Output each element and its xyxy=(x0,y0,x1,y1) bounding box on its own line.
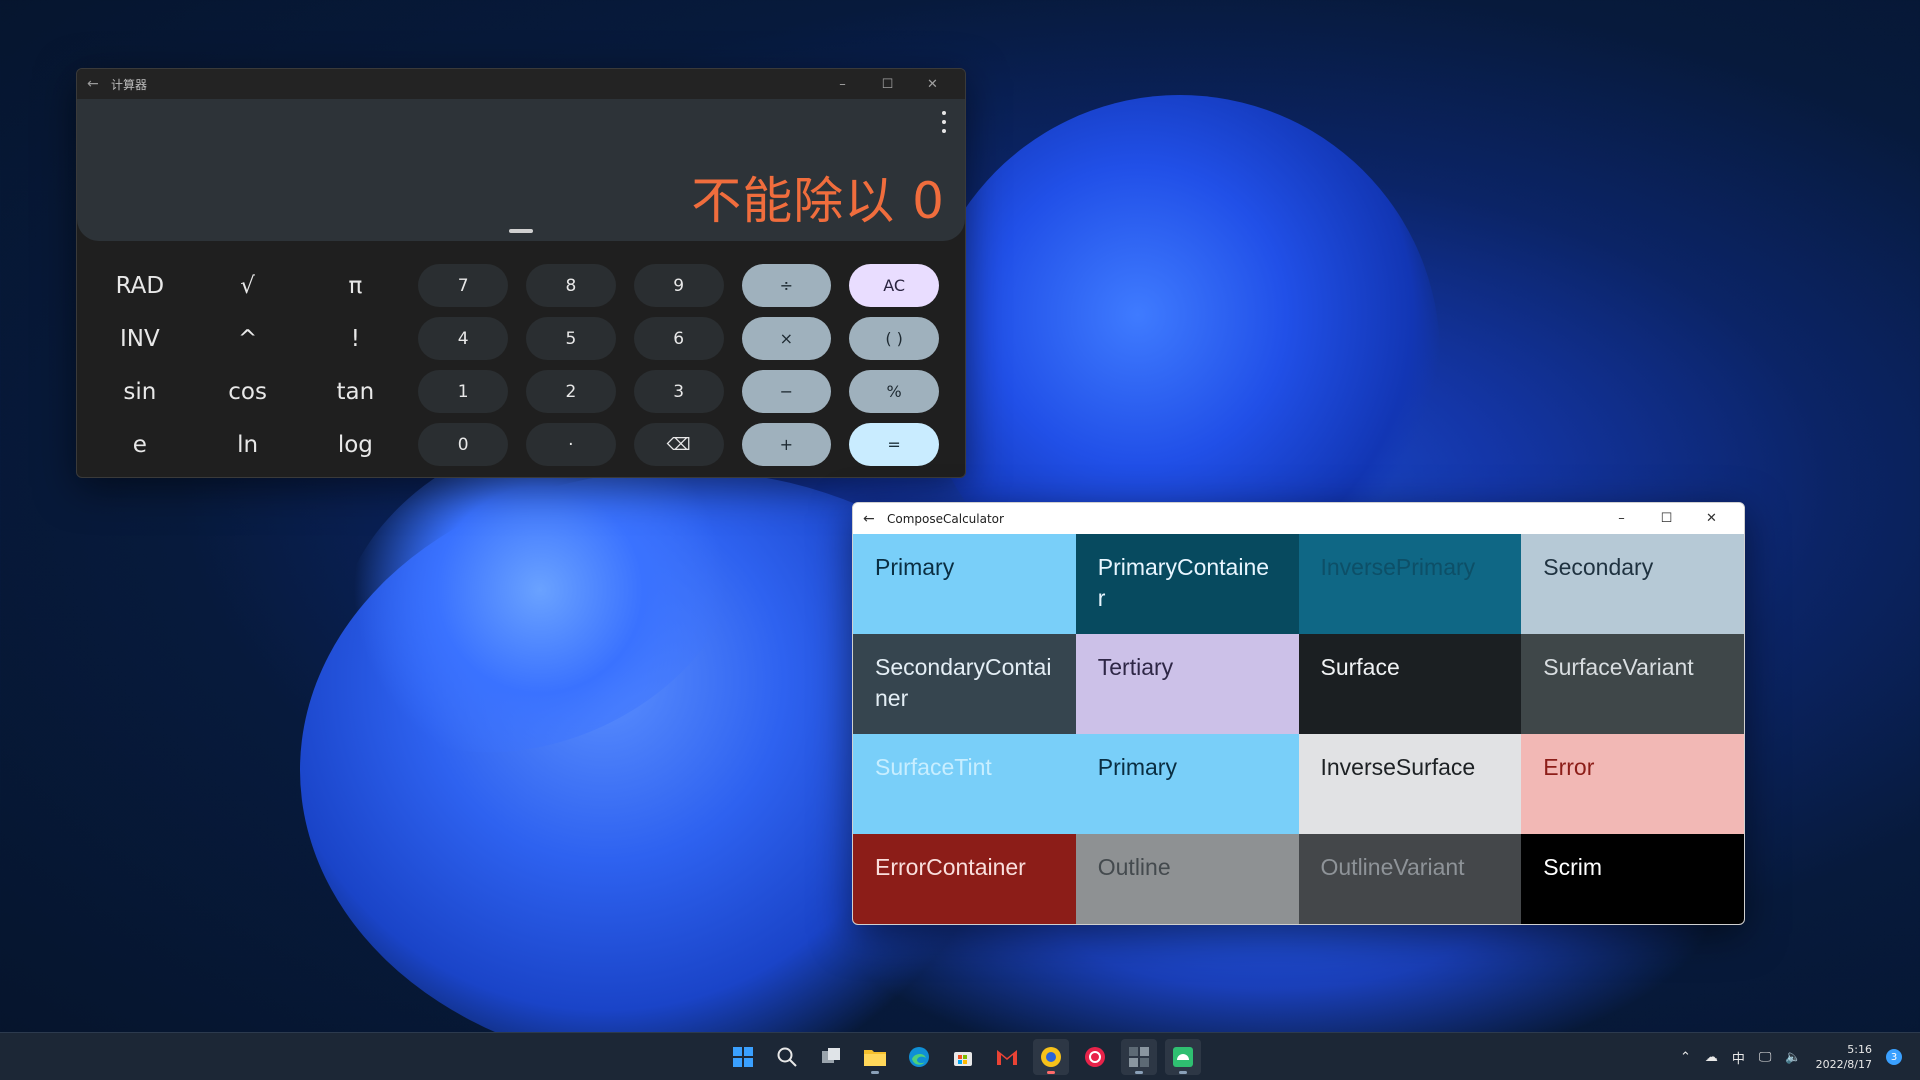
color-swatch: SurfaceTint xyxy=(853,734,1076,834)
key-num[interactable]: 6 xyxy=(633,317,724,360)
color-swatch: Outline xyxy=(1075,834,1299,924)
red-app-icon[interactable] xyxy=(1077,1039,1113,1075)
key-num[interactable]: 1 xyxy=(418,370,508,413)
key-sci[interactable]: INV xyxy=(95,312,185,365)
color-swatch: Surface xyxy=(1298,634,1522,734)
clock-date: 2022/8/17 xyxy=(1815,1058,1872,1071)
volume-icon[interactable]: 🔈 xyxy=(1785,1050,1801,1065)
key-num[interactable]: 0 xyxy=(418,423,508,466)
network-icon[interactable]: 🖵 xyxy=(1759,1050,1772,1065)
key-op2[interactable]: ( ) xyxy=(849,317,939,360)
key-num[interactable]: · xyxy=(526,423,616,466)
key-num[interactable]: 5 xyxy=(526,317,616,360)
file-explorer-icon[interactable] xyxy=(857,1039,893,1075)
yellow-app-icon[interactable] xyxy=(1033,1039,1069,1075)
key-num[interactable]: 3 xyxy=(633,370,724,413)
system-tray: ⌃ ☁ 中 🖵 🔈 5:16 2022/8/17 3 xyxy=(1680,1033,1902,1080)
window-title: 计算器 xyxy=(111,77,148,92)
key-sci[interactable]: π xyxy=(311,259,401,312)
result-text: 不能除以 0 xyxy=(691,172,945,230)
gmail-icon[interactable] xyxy=(989,1039,1025,1075)
more-options-icon[interactable] xyxy=(941,111,947,133)
key-sci[interactable]: √ xyxy=(203,259,293,312)
ime-indicator[interactable]: 中 xyxy=(1732,1048,1745,1067)
back-arrow-icon[interactable]: ← xyxy=(87,76,111,92)
color-swatch-grid: Primary PrimaryContainer InversePrimary Sec… xyxy=(853,534,1744,924)
key-sci[interactable]: e xyxy=(95,418,185,471)
task-view-icon[interactable] xyxy=(813,1039,849,1075)
edge-icon[interactable] xyxy=(901,1039,937,1075)
clock-time: 5:16 xyxy=(1847,1043,1872,1056)
key-sci[interactable]: cos xyxy=(203,365,293,418)
search-icon[interactable] xyxy=(769,1039,805,1075)
color-swatch: Error xyxy=(1521,734,1744,834)
key-num[interactable]: 4 xyxy=(418,317,508,360)
key-sci[interactable]: log xyxy=(311,418,401,471)
key-num[interactable]: 7 xyxy=(418,264,508,307)
cloud-icon[interactable]: ☁ xyxy=(1705,1050,1718,1065)
key-op[interactable]: × xyxy=(741,317,832,360)
color-swatch: ErrorContainer xyxy=(853,834,1076,924)
key-num[interactable]: 8 xyxy=(526,264,616,307)
color-swatch: Primary xyxy=(853,534,1076,634)
minimize-button[interactable]: – xyxy=(820,77,865,92)
android-app-icon[interactable] xyxy=(1165,1039,1201,1075)
color-swatch: InversePrimary xyxy=(1298,534,1522,634)
close-button[interactable]: ✕ xyxy=(1689,511,1734,526)
keypad: RAD √ π 7 8 9 ÷ AC INV ^! 4 5 6 × ( ) sin cos tan 1 2 3−% e ln… xyxy=(77,249,965,477)
color-swatch: PrimaryContainer xyxy=(1075,534,1299,634)
key-op[interactable]: − xyxy=(741,370,832,413)
calculator-titlebar: ← 计算器 – ☐ ✕ xyxy=(77,69,965,99)
key-sci[interactable]: ln xyxy=(203,418,293,471)
maximize-button[interactable]: ☐ xyxy=(1644,511,1689,526)
close-button[interactable]: ✕ xyxy=(910,77,955,92)
key-sci[interactable]: sin xyxy=(95,365,185,418)
calculator-window: ← 计算器 – ☐ ✕ 不能除以 0 RAD √ π 7 8 9 ÷ AC INV ^! 4 5 6 × (… xyxy=(76,68,966,478)
key-sci[interactable]: ^ xyxy=(203,312,293,365)
key-sci[interactable]: ! xyxy=(311,312,401,365)
key-num[interactable]: ⌫ xyxy=(633,423,724,466)
color-swatch: SecondaryContainer xyxy=(853,634,1076,734)
clock[interactable]: 5:16 2022/8/17 xyxy=(1816,1042,1872,1072)
key-op[interactable]: ÷ xyxy=(741,264,832,307)
color-swatch: Primary xyxy=(1075,734,1299,834)
color-swatch: Scrim xyxy=(1521,834,1744,924)
compose-titlebar: ← ComposeCalculator – ☐ ✕ xyxy=(853,503,1744,534)
key-op[interactable]: + xyxy=(741,423,832,466)
key-op2[interactable]: % xyxy=(849,370,939,413)
key-sci[interactable]: tan xyxy=(311,365,401,418)
taskbar-apps xyxy=(725,1039,1201,1075)
minimize-button[interactable]: – xyxy=(1599,511,1644,526)
drag-handle[interactable] xyxy=(509,229,533,233)
taskbar: ⌃ ☁ 中 🖵 🔈 5:16 2022/8/17 3 xyxy=(0,1032,1920,1080)
key-eq[interactable]: = xyxy=(849,423,939,466)
color-swatch: Tertiary xyxy=(1075,634,1299,734)
key-sci[interactable]: RAD xyxy=(95,259,185,312)
key-num[interactable]: 9 xyxy=(633,264,724,307)
maximize-button[interactable]: ☐ xyxy=(865,77,910,92)
back-arrow-icon[interactable]: ← xyxy=(863,511,887,527)
color-swatch: SurfaceVariant xyxy=(1521,634,1744,734)
calculator-display: 不能除以 0 xyxy=(77,99,965,241)
key-ac[interactable]: AC xyxy=(849,264,939,307)
store-icon[interactable] xyxy=(945,1039,981,1075)
windows-start-icon[interactable] xyxy=(725,1039,761,1075)
color-swatch: Secondary xyxy=(1521,534,1744,634)
color-swatch: OutlineVariant xyxy=(1298,834,1522,924)
window-title: ComposeCalculator xyxy=(887,511,1004,526)
notification-badge[interactable]: 3 xyxy=(1886,1049,1902,1065)
color-swatch: InverseSurface xyxy=(1298,734,1522,834)
chevron-up-icon[interactable]: ⌃ xyxy=(1680,1050,1691,1065)
compose-calculator-window: ← ComposeCalculator – ☐ ✕ Primary Primary… xyxy=(852,502,1745,925)
key-num[interactable]: 2 xyxy=(526,370,616,413)
calculator-app-icon[interactable] xyxy=(1121,1039,1157,1075)
